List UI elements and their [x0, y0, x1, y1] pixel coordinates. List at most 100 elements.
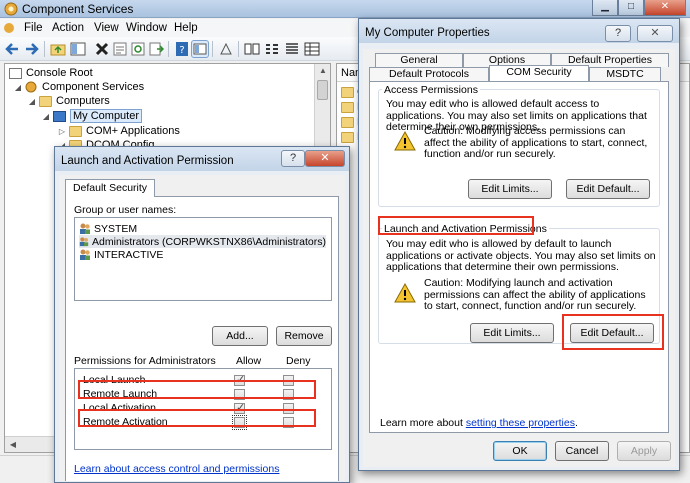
export-list-icon[interactable] — [148, 41, 164, 57]
tab-msdtc[interactable]: MSDTC — [589, 67, 661, 81]
folder-icon — [341, 131, 354, 143]
dialog-title: Launch and Activation Permission — [61, 155, 234, 167]
refresh-icon[interactable] — [130, 41, 146, 57]
user-group-icon — [80, 249, 90, 260]
tab-general[interactable]: General — [375, 53, 463, 67]
minimize-button[interactable]: ▁ — [592, 0, 618, 16]
menu-file[interactable]: File — [24, 22, 43, 34]
menu-help[interactable]: Help — [174, 22, 198, 34]
dialog-title-bar[interactable]: Launch and Activation Permission ? ✕ — [55, 147, 349, 171]
user-list[interactable]: SYSTEM Administrators (CORPWKSTNX86\Admi… — [74, 217, 332, 301]
default-security-panel: Group or user names: SYSTEM Administrato… — [65, 196, 339, 481]
help-button[interactable]: ? — [281, 150, 305, 167]
folder-icon — [341, 101, 354, 113]
detail-view-icon[interactable] — [304, 41, 320, 57]
access-edit-limits-button[interactable]: Edit Limits... — [468, 179, 552, 199]
app-menu-icon[interactable] — [3, 22, 15, 34]
back-arrow-icon[interactable] — [4, 41, 20, 57]
access-edit-default-button[interactable]: Edit Default... — [566, 179, 650, 199]
remote-launch-highlight — [78, 380, 316, 399]
large-icons-view-icon[interactable] — [244, 41, 260, 57]
collapsed-arrow-icon[interactable]: ▷ — [57, 127, 67, 136]
folder-icon — [341, 86, 354, 98]
tree-item-my-computer[interactable]: ◢ My Computer — [41, 109, 143, 123]
small-icons-view-icon[interactable] — [264, 41, 280, 57]
properties-icon[interactable] — [112, 41, 128, 57]
close-button[interactable]: ✕ — [637, 25, 673, 42]
spin-icon[interactable] — [218, 41, 234, 57]
launch-activation-permission-dialog: Launch and Activation Permission ? ✕ Def… — [54, 146, 350, 483]
permissions-for-label: Permissions for Administrators — [74, 355, 216, 367]
add-button[interactable]: Add... — [212, 326, 268, 346]
allow-column-header: Allow — [236, 355, 262, 367]
apply-button[interactable]: Apply — [617, 441, 671, 461]
component-services-icon — [25, 81, 37, 93]
com-security-panel: Access Permissions You may edit who is a… — [369, 81, 669, 433]
tree-item-console-root[interactable]: Console Root — [9, 66, 93, 80]
folder-icon — [341, 116, 354, 128]
window-title: Component Services — [22, 2, 134, 16]
folder-icon — [39, 95, 52, 107]
tab-default-security[interactable]: Default Security — [65, 179, 155, 197]
user-group-icon — [80, 223, 90, 234]
group-user-label: Group or user names: — [74, 204, 177, 216]
user-group-icon — [79, 237, 89, 247]
help-book-icon[interactable]: ? — [174, 41, 190, 57]
launch-caution: Caution: Modifying launch and activation… — [424, 277, 646, 312]
console-view-icon[interactable] — [191, 40, 209, 58]
scroll-left-arrow-icon[interactable]: ◀ — [5, 440, 21, 449]
expanded-arrow-icon[interactable]: ◢ — [13, 83, 23, 92]
dialog-title-bar[interactable]: My Computer Properties ? ✕ — [359, 19, 679, 43]
remove-button[interactable]: Remove — [276, 326, 332, 346]
computer-icon — [53, 110, 66, 122]
dialog-title: My Computer Properties — [365, 27, 490, 39]
learn-more-text: Learn more about setting these propertie… — [380, 417, 578, 429]
menu-view[interactable]: View — [94, 22, 119, 34]
close-button[interactable]: ✕ — [305, 150, 345, 167]
ok-button[interactable]: OK — [493, 441, 547, 461]
show-hide-tree-icon[interactable] — [70, 41, 86, 57]
access-permissions-title: Access Permissions — [382, 84, 480, 96]
menu-action[interactable]: Action — [52, 22, 84, 34]
expanded-arrow-icon[interactable]: ◢ — [41, 112, 51, 121]
up-folder-icon[interactable] — [50, 41, 66, 57]
my-computer-properties-dialog: My Computer Properties ? ✕ General Optio… — [358, 18, 680, 471]
cancel-button[interactable]: Cancel — [555, 441, 609, 461]
launch-edit-limits-button[interactable]: Edit Limits... — [470, 323, 554, 343]
tab-default-protocols[interactable]: Default Protocols — [369, 67, 489, 81]
dialog-body: Default Security Group or user names: SY… — [59, 175, 345, 481]
tab-com-security[interactable]: COM Security — [489, 65, 589, 81]
access-caution: Caution: Modifying access permissions ca… — [424, 125, 648, 160]
tree-item-component-services[interactable]: ◢ Component Services — [13, 80, 144, 94]
console-root-icon — [9, 67, 22, 79]
forward-arrow-icon[interactable] — [24, 41, 40, 57]
edit-default-highlight — [562, 314, 664, 350]
deny-column-header: Deny — [286, 355, 311, 367]
user-item-system[interactable]: SYSTEM — [79, 222, 137, 235]
svg-text:?: ? — [179, 45, 184, 56]
expanded-arrow-icon[interactable]: ◢ — [27, 97, 37, 106]
access-control-link[interactable]: Learn about access control and permissio… — [74, 463, 279, 475]
scroll-thumb[interactable] — [317, 80, 328, 100]
warning-icon — [394, 131, 416, 151]
launch-title-highlight — [378, 216, 534, 235]
scroll-up-arrow-icon[interactable]: ▲ — [315, 66, 331, 75]
maximize-button[interactable]: □ — [618, 0, 644, 16]
toolbar-separator — [212, 41, 213, 57]
delete-x-icon[interactable] — [94, 41, 110, 57]
toolbar-separator — [44, 41, 45, 57]
tree-item-computers[interactable]: ◢ Computers — [27, 94, 110, 108]
user-item-administrators[interactable]: Administrators (CORPWKSTNX86\Administrat… — [79, 235, 326, 248]
list-view-icon[interactable] — [284, 41, 300, 57]
menu-window[interactable]: Window — [126, 22, 167, 34]
close-button[interactable]: ✕ — [644, 0, 686, 16]
toolbar-separator — [168, 41, 169, 57]
warning-icon — [394, 283, 416, 303]
setting-properties-link[interactable]: setting these properties — [466, 417, 575, 429]
dialog-body: General Options Default Properties Defau… — [363, 49, 675, 467]
user-item-interactive[interactable]: INTERACTIVE — [79, 248, 163, 261]
tree-item-com-applications[interactable]: ▷ COM+ Applications — [57, 124, 180, 138]
component-services-icon — [4, 2, 18, 16]
help-button[interactable]: ? — [605, 25, 631, 42]
title-bar[interactable]: Component Services ▁ □ ✕ — [0, 0, 690, 18]
